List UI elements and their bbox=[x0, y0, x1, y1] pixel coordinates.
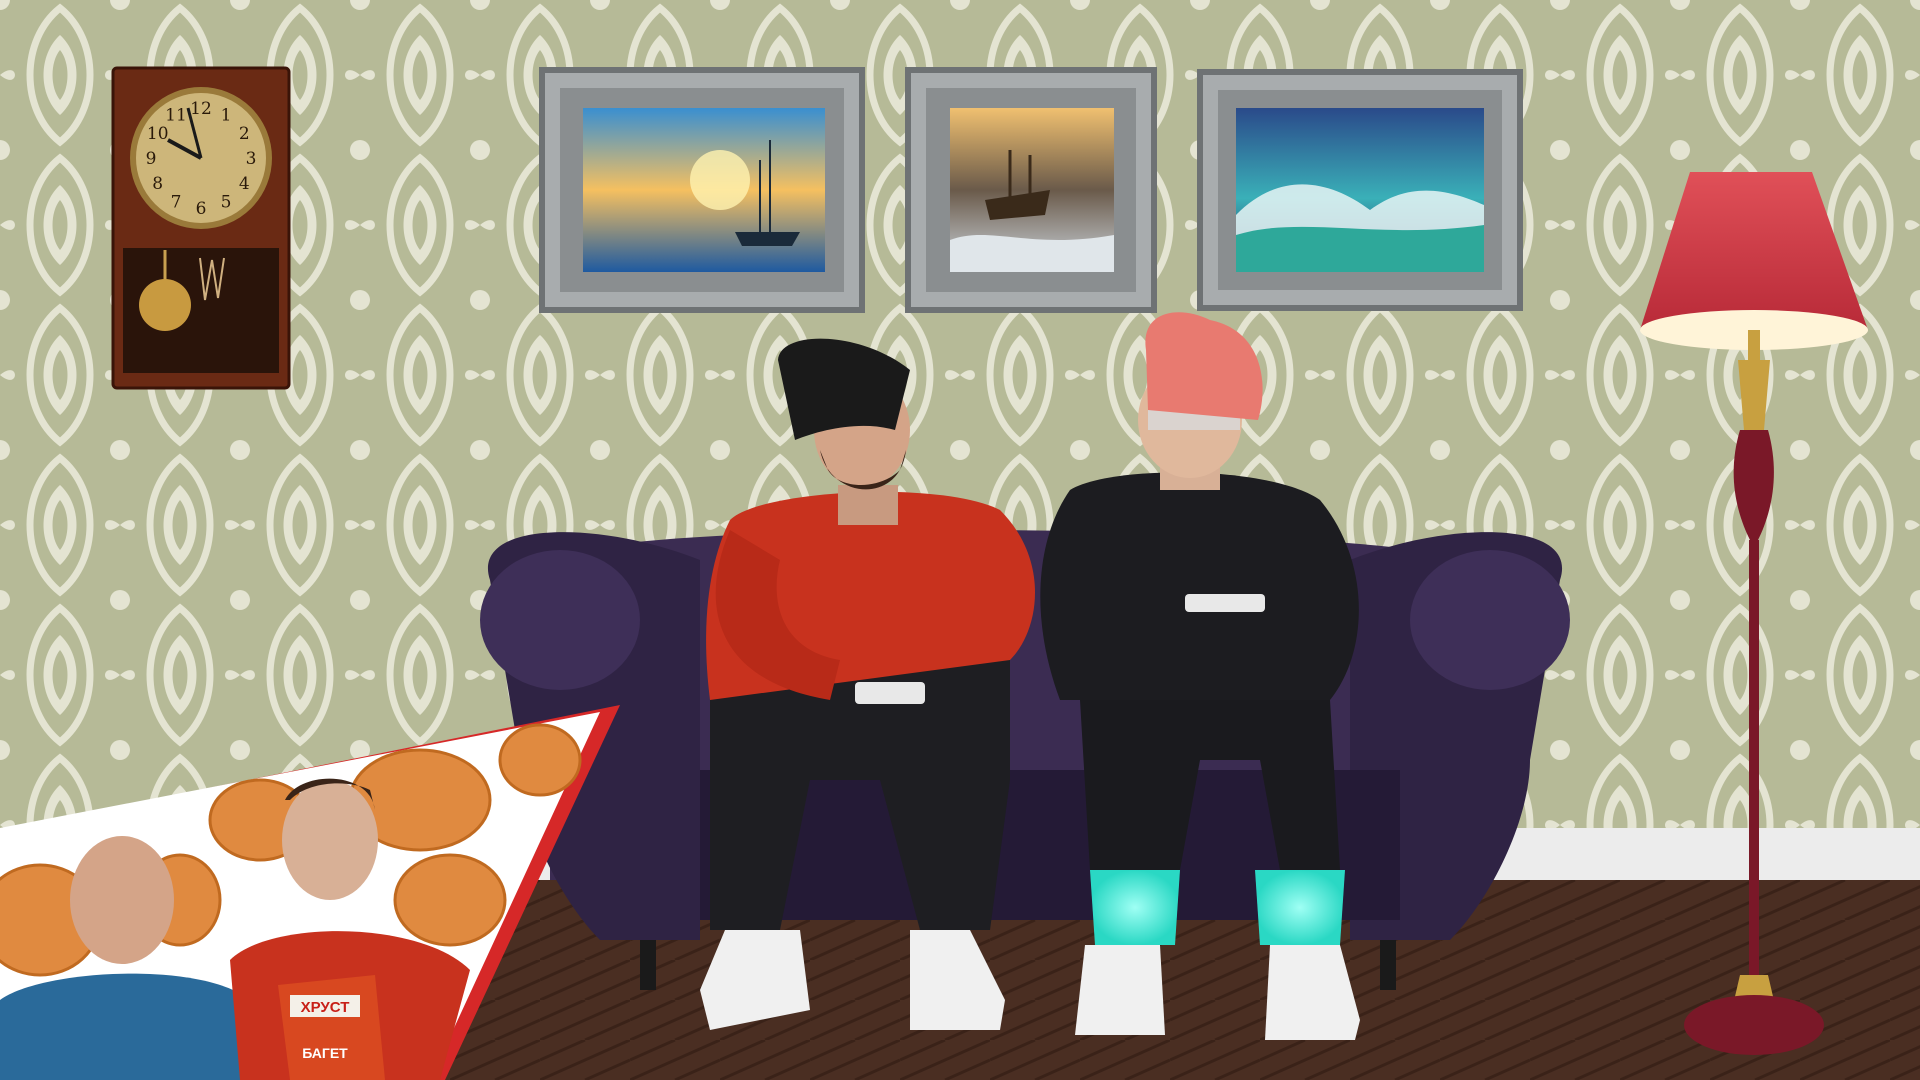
product-label-line2: БАГЕТ bbox=[302, 1045, 348, 1061]
clock-numeral: 6 bbox=[196, 199, 207, 219]
clock-numeral: 3 bbox=[246, 149, 257, 169]
clock-numeral: 10 bbox=[147, 124, 169, 144]
wall-clock: 12 12 3 45678 9 1011 bbox=[111, 66, 291, 390]
clock-numeral: 1 bbox=[221, 106, 232, 126]
clock-numeral: 11 bbox=[165, 106, 187, 126]
painting-sailboat bbox=[539, 67, 865, 313]
painting-ocean-wave bbox=[1197, 69, 1523, 311]
clock-numeral: 4 bbox=[239, 174, 250, 194]
clock-numeral: 8 bbox=[152, 174, 163, 194]
clock-numeral: 12 bbox=[190, 99, 212, 119]
scene-canvas: 12 12 3 45678 9 1011 ХРУСТ БАГЕТ bbox=[0, 0, 1920, 1080]
product-label-line1: ХРУСТ bbox=[301, 999, 350, 1016]
video-frame: 12 1 2 3 4 5 6 7 8 9 10 11 ХРУСТ БАГЕТ bbox=[0, 0, 1920, 1080]
clock-numeral: 7 bbox=[171, 192, 182, 212]
clock-numeral: 2 bbox=[239, 124, 250, 144]
painting-ship-storm bbox=[905, 67, 1157, 313]
ad-product-bag: ХРУСТ БАГЕТ bbox=[278, 975, 385, 1080]
clock-numeral: 9 bbox=[146, 149, 157, 169]
clock-numeral: 5 bbox=[221, 192, 232, 212]
